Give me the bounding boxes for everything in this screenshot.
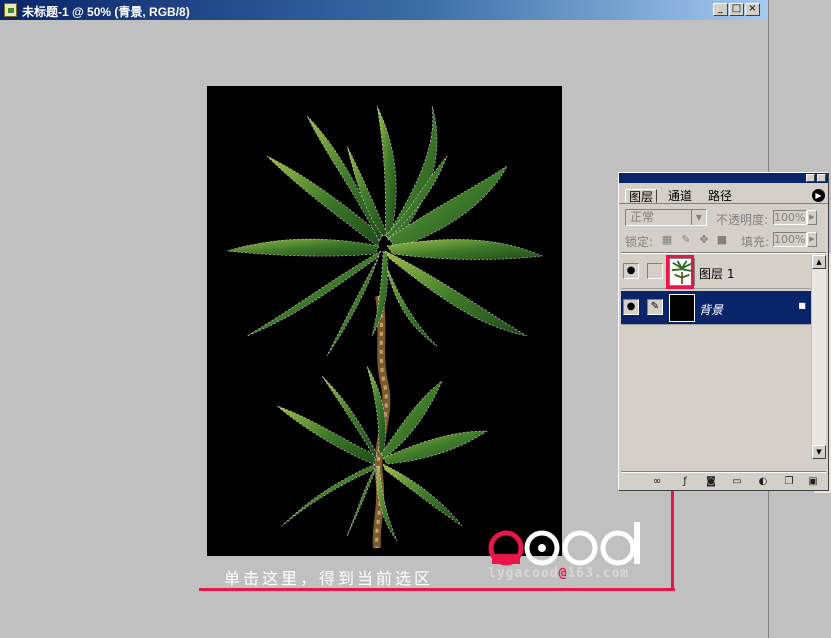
add-mask-icon[interactable]: ◙ bbox=[705, 476, 717, 488]
chevron-down-icon: ▼ bbox=[691, 210, 706, 225]
link-layers-icon[interactable]: ∞ bbox=[651, 476, 663, 488]
eye-icon[interactable]: ● bbox=[623, 299, 639, 315]
panel-menu-icon[interactable]: ▶ bbox=[812, 189, 825, 202]
layers-panel: 图层 通道 路径 ▶ 正常 ▼ 不透明度: 100% ▶ 锁定: ▦ ✎ ✥ ■… bbox=[618, 172, 829, 491]
lock-transparency-icon[interactable]: ▦ bbox=[661, 234, 673, 246]
fill-label: 填充: bbox=[741, 235, 770, 249]
opacity-arrow-icon[interactable]: ▶ bbox=[807, 210, 817, 225]
blend-mode-value: 正常 bbox=[630, 210, 655, 224]
close-button[interactable]: × bbox=[745, 3, 760, 16]
image-canvas[interactable] bbox=[207, 86, 562, 556]
brush-icon[interactable]: ✎ bbox=[647, 299, 663, 315]
layers-list: ● 图层 1 ● ✎ 背景 ■ bbox=[621, 255, 811, 459]
panel-divider bbox=[621, 252, 826, 254]
tab-layers[interactable]: 图层 bbox=[625, 189, 658, 204]
lock-brush-icon[interactable]: ✎ bbox=[680, 234, 692, 246]
lock-label: 锁定: bbox=[625, 235, 654, 249]
layer-row-layer1[interactable]: ● 图层 1 bbox=[621, 255, 811, 289]
panel-tabs: 图层 通道 路径 ▶ bbox=[619, 183, 828, 204]
adjustment-layer-icon[interactable]: ◐ bbox=[757, 476, 769, 488]
tab-channels[interactable]: 通道 bbox=[665, 189, 695, 203]
panel-close-button[interactable] bbox=[817, 174, 826, 182]
thumbnail-highlight bbox=[666, 255, 694, 289]
tab-paths[interactable]: 路径 bbox=[705, 189, 735, 203]
document-icon bbox=[4, 3, 17, 17]
layer-name: 背景 bbox=[699, 303, 724, 317]
layers-scrollbar[interactable]: ▲ ▼ bbox=[811, 255, 826, 459]
instruction-caption: 单击这里，得到当前选区 bbox=[224, 569, 434, 588]
document-title: 未标题-1 @ 50% (青景, RGB/8) bbox=[22, 5, 190, 19]
lock-icon: ■ bbox=[798, 301, 806, 310]
opacity-field[interactable]: 100% bbox=[773, 210, 807, 225]
panel-titlebar[interactable] bbox=[619, 173, 828, 183]
panel-minimize-button[interactable] bbox=[806, 174, 815, 182]
layers-bottom-bar: ∞ ƒ ◙ ▭ ◐ ❐ ▣ bbox=[621, 475, 826, 489]
blend-row: 正常 ▼ 不透明度: 100% ▶ bbox=[619, 209, 828, 229]
minimize-button[interactable]: _ bbox=[713, 3, 728, 16]
lock-row: 锁定: ▦ ✎ ✥ ■ 填充: 100% ▶ bbox=[619, 231, 828, 251]
bottom-divider bbox=[621, 471, 826, 473]
watermark-logo bbox=[488, 522, 640, 566]
opacity-label: 不透明度: bbox=[716, 213, 769, 227]
maximize-button[interactable]: □ bbox=[729, 3, 744, 16]
new-layer-icon[interactable]: ❐ bbox=[783, 476, 795, 488]
eye-icon[interactable]: ● bbox=[623, 263, 639, 279]
lock-all-icon[interactable]: ■ bbox=[716, 234, 728, 246]
caption-underline bbox=[199, 588, 675, 591]
delete-layer-icon[interactable]: ▣ bbox=[807, 476, 819, 488]
add-style-icon[interactable]: ƒ bbox=[679, 476, 691, 488]
scroll-up-icon[interactable]: ▲ bbox=[812, 255, 826, 269]
layer-thumbnail-black bbox=[669, 294, 695, 322]
layer-link-box[interactable] bbox=[647, 263, 663, 279]
fill-arrow-icon[interactable]: ▶ bbox=[807, 232, 817, 247]
watermark-email: lygacood@163.com bbox=[488, 566, 630, 581]
lock-move-icon[interactable]: ✥ bbox=[698, 234, 710, 246]
fill-field[interactable]: 100% bbox=[773, 232, 807, 247]
new-group-icon[interactable]: ▭ bbox=[731, 476, 743, 488]
scroll-down-icon[interactable]: ▼ bbox=[812, 445, 826, 459]
layer-name: 图层 1 bbox=[699, 267, 735, 281]
layer-row-background[interactable]: ● ✎ 背景 ■ bbox=[621, 291, 811, 325]
palm-tree-image bbox=[226, 105, 544, 549]
blend-mode-select[interactable]: 正常 ▼ bbox=[625, 209, 707, 226]
document-titlebar[interactable]: 未标题-1 @ 50% (青景, RGB/8) _ □ × bbox=[0, 0, 768, 20]
